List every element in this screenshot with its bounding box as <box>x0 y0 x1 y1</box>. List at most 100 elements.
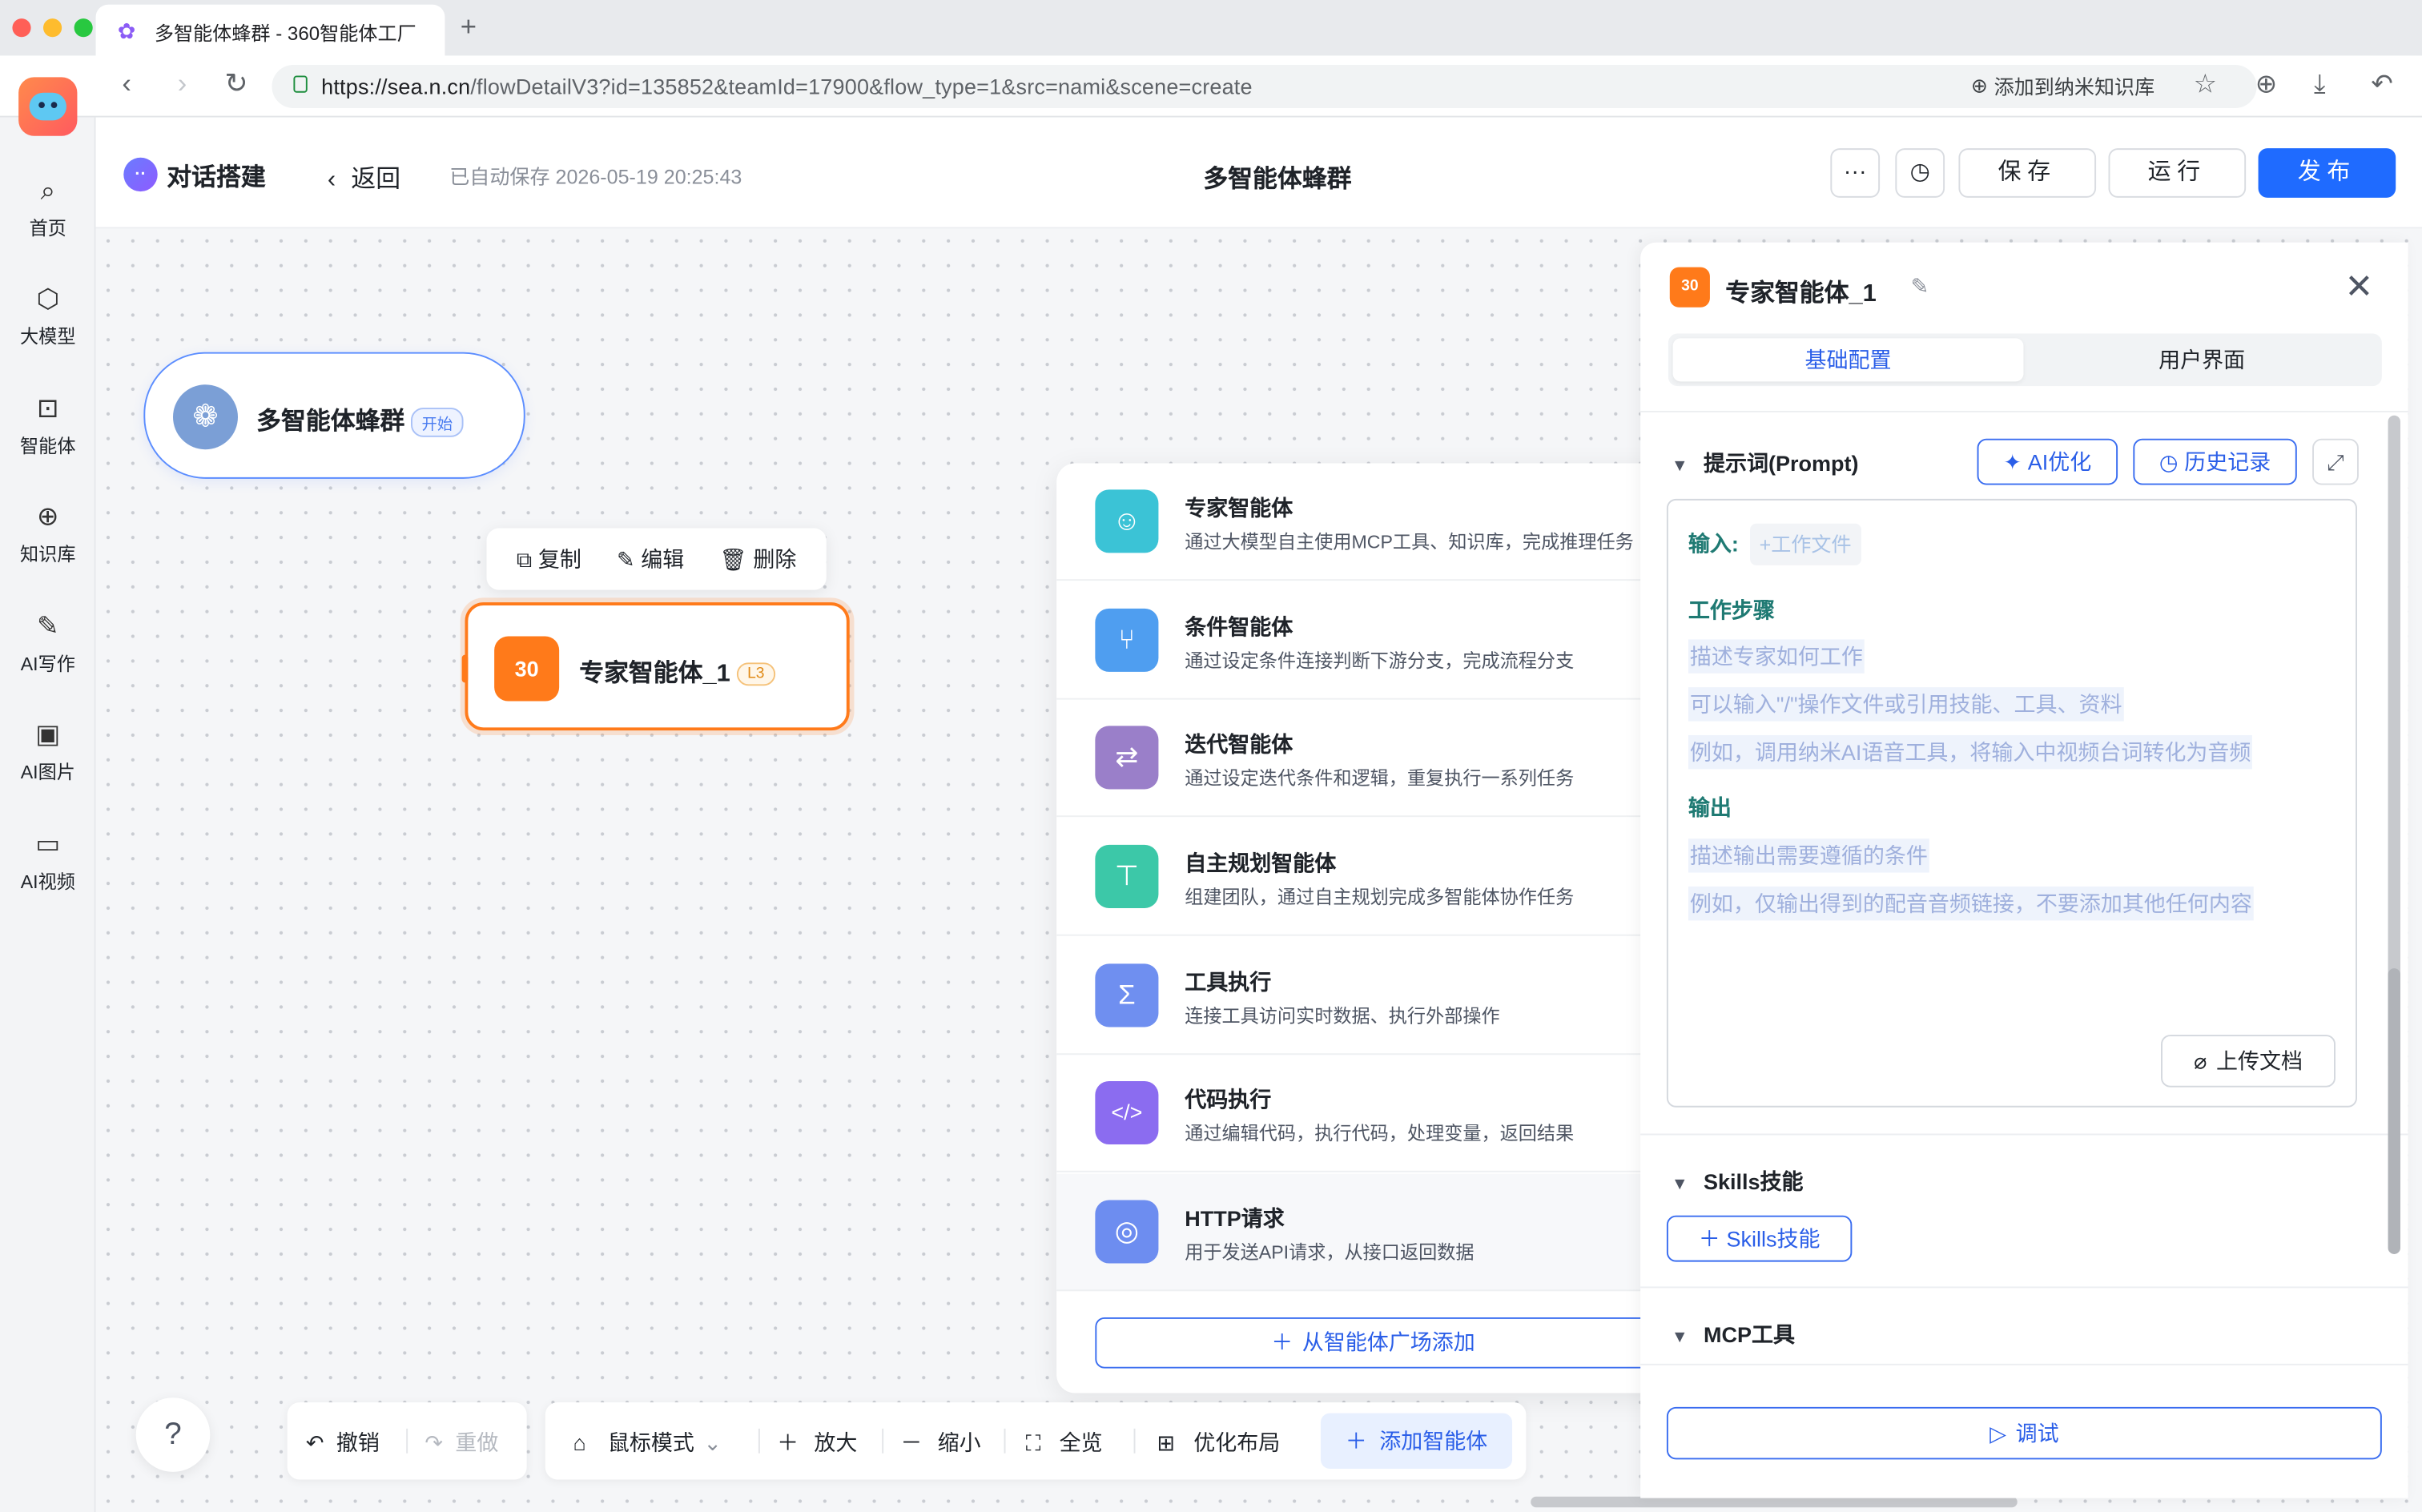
extension-icon[interactable]: ⊕ <box>2255 70 2277 101</box>
debug-label: 调试 <box>2015 1421 2059 1446</box>
add-from-plaza-button[interactable]: ＋ 从智能体广场添加 <box>1095 1317 1652 1369</box>
browser-tab[interactable]: ✿ 多智能体蜂群 - 360智能体工厂 <box>95 4 445 58</box>
tab-title: 多智能体蜂群 - 360智能体工厂 <box>154 22 416 44</box>
delete-button[interactable]: 🗑 删除 <box>719 544 796 575</box>
zoom-in-button[interactable]: ＋ 放大 <box>777 1427 857 1458</box>
pencil-icon: ✎ <box>616 545 635 571</box>
vertical-scrollbar-thumb[interactable] <box>2388 968 2400 1254</box>
divider <box>1640 1286 2408 1289</box>
ai-optimize-button[interactable]: ✦ AI优化 <box>1977 438 2118 485</box>
agent-type-http[interactable]: ◎ HTTP请求 用于发送API请求，从接口返回数据 <box>1056 1173 1675 1292</box>
agent-type-title: 条件智能体 <box>1185 614 1293 640</box>
copy-button[interactable]: ⧉ 复制 <box>517 544 581 575</box>
sidebar-item-label: AI图片 <box>20 761 75 783</box>
mouse-icon: ⌂ <box>573 1430 586 1455</box>
minus-icon: － <box>900 1430 923 1455</box>
agent-type-desc: 用于发送API请求，从接口返回数据 <box>1185 1241 1475 1264</box>
more-button[interactable]: ··· <box>1830 148 1881 198</box>
save-button[interactable]: 保存 <box>1958 148 2097 198</box>
sidebar-item-home[interactable]: ⌕ 首页 <box>0 175 96 241</box>
agent-type-code[interactable]: </> 代码执行 通过编辑代码，执行代码，处理变量，返回结果 <box>1056 1055 1675 1172</box>
minimize-window-button[interactable] <box>42 18 62 38</box>
add-to-nami-button[interactable]: ⊕ 添加到纳米知识库 <box>1971 71 2154 101</box>
agent-type-tool[interactable]: Σ 工具执行 连接工具访问实时数据、执行外部操作 <box>1056 938 1675 1056</box>
agent-type-iteration[interactable]: ⇄ 迭代智能体 通过设定迭代条件和逻辑，重复执行一系列任务 <box>1056 700 1675 818</box>
forward-arrow-icon[interactable]: › <box>163 68 200 100</box>
sidebar-item-label: AI写作 <box>20 653 75 675</box>
sidebar-item-ai-writing[interactable]: ✎ AI写作 <box>0 610 96 677</box>
mouse-mode-select[interactable]: ⌂ 鼠标模式 ⌄ <box>573 1427 722 1458</box>
redo-button[interactable]: ↷ 重做 <box>424 1427 498 1458</box>
agent-type-condition[interactable]: ⑂ 条件智能体 通过设定条件连接判断下游分支，完成流程分支 <box>1056 582 1675 700</box>
sidebar-item-ai-video[interactable]: ▭ AI视频 <box>0 828 96 895</box>
url-text[interactable]: https://sea.n.cn/flowDetailV3?id=135852&… <box>321 74 1253 99</box>
undo-redo-group: ↶ 撤销 ↷ 重做 <box>287 1402 527 1480</box>
upload-label: 上传文档 <box>2215 1048 2303 1074</box>
grid-icon: ⊞ <box>1157 1430 1176 1455</box>
undo-label: 撤销 <box>336 1430 380 1455</box>
app-logo[interactable] <box>18 77 78 136</box>
skills-section-title: Skills技能 <box>1704 1168 1804 1194</box>
expert-agent-node[interactable]: 30 专家智能体_1 L3 <box>461 602 850 731</box>
agent-type-expert[interactable]: ☺ 专家智能体 通过大模型自主使用MCP工具、知识库，完成推理任务 <box>1056 464 1675 581</box>
edit-name-icon[interactable]: ✎ <box>1911 273 1929 300</box>
copy-icon: ⧉ <box>516 545 533 571</box>
optimize-layout-label: 优化布局 <box>1193 1430 1281 1455</box>
pen-icon: ✎ <box>37 611 59 641</box>
robot-icon: ☺ <box>1095 489 1159 553</box>
skills-section-header[interactable]: ▼ Skills技能 <box>1672 1166 1804 1197</box>
tab-user-interface[interactable]: 用户界面 <box>2026 338 2377 381</box>
prompt-editor[interactable]: 输入: +工作文件 工作步骤 描述专家如何工作 可以输入"/"操作文件或引用技能… <box>1666 498 2357 1108</box>
undo-button[interactable]: ↶ 撤销 <box>306 1427 380 1458</box>
agent-type-desc: 通过编辑代码，执行代码，处理变量，返回结果 <box>1185 1123 1575 1145</box>
signpost-icon: ⊤ <box>1095 844 1159 908</box>
fullscreen-icon: ⛶ <box>1025 1430 1041 1455</box>
back-arrow-icon[interactable]: ‹ <box>108 68 145 100</box>
star-icon[interactable]: ☆ <box>2194 70 2217 101</box>
help-button[interactable]: ? <box>135 1397 211 1472</box>
copy-label: 复制 <box>537 546 581 572</box>
fit-view-button[interactable]: ⛶ 全览 <box>1026 1427 1103 1458</box>
run-button[interactable]: 运行 <box>2108 148 2247 198</box>
prompt-section-header[interactable]: ▼ 提示词(Prompt) <box>1672 448 1859 479</box>
upload-document-button[interactable]: ⌀ 上传文档 <box>2161 1035 2336 1088</box>
sidebar-item-agents[interactable]: ⊡ 智能体 <box>0 392 96 459</box>
config-panel: 30 专家智能体_1 ✎ ✕ 基础配置 用户界面 ▼ 提示词(Prompt) ✦ A… <box>1640 242 2408 1498</box>
sidebar-item-ai-image[interactable]: ▣ AI图片 <box>0 718 96 785</box>
node-connector-handle[interactable] <box>461 654 469 683</box>
agent-type-desc: 通过设定迭代条件和逻辑，重复执行一系列任务 <box>1185 767 1575 790</box>
zoom-out-button[interactable]: － 缩小 <box>900 1427 980 1458</box>
agent-type-planner[interactable]: ⊤ 自主规划智能体 组建团队，通过自主规划完成多智能体协作任务 <box>1056 818 1675 936</box>
agent-type-title: HTTP请求 <box>1185 1206 1285 1232</box>
plus-icon: ＋ <box>777 1430 799 1455</box>
close-window-button[interactable] <box>12 18 31 38</box>
history-button[interactable]: ◷ 历史记录 <box>2133 438 2297 485</box>
edit-button[interactable]: ✎ 编辑 <box>617 544 684 575</box>
history-button[interactable]: ◷ <box>1895 148 1945 198</box>
maximize-window-button[interactable] <box>74 18 93 38</box>
add-from-plaza-label: 从智能体广场添加 <box>1302 1329 1475 1355</box>
new-tab-button[interactable]: + <box>461 10 477 42</box>
horizontal-scrollbar[interactable] <box>1531 1496 2018 1508</box>
expand-icon[interactable]: ⤢ <box>2312 438 2359 485</box>
add-agent-button[interactable]: ＋ 添加智能体 <box>1320 1413 1513 1470</box>
close-icon[interactable]: ✕ <box>2345 267 2374 308</box>
debug-button[interactable]: ▷ 调试 <box>1666 1406 2382 1460</box>
redo-icon: ↷ <box>424 1430 443 1455</box>
download-icon[interactable]: ⤓ <box>2314 70 2325 101</box>
publish-button[interactable]: 发布 <box>2258 148 2396 198</box>
tab-basic-config[interactable]: 基础配置 <box>1672 338 2024 382</box>
undo-browser-icon[interactable]: ↶ <box>2371 70 2392 101</box>
sidebar-item-models[interactable]: ⬡ 大模型 <box>0 283 96 349</box>
divider <box>1640 1133 2408 1136</box>
expert-node-name: 专家智能体_1 <box>579 661 730 688</box>
start-node[interactable]: ❁ 多智能体蜂群 开始 <box>143 352 525 479</box>
zoom-out-label: 缩小 <box>937 1430 981 1455</box>
sidebar-item-knowledge[interactable]: ⊕ 知识库 <box>0 501 96 567</box>
work-file-chip[interactable]: +工作文件 <box>1750 523 1861 565</box>
optimize-layout-button[interactable]: ⊞ 优化布局 <box>1157 1427 1280 1458</box>
trash-icon: 🗑 <box>719 545 747 571</box>
add-skills-button[interactable]: ＋ Skills技能 <box>1666 1215 1853 1262</box>
mcp-section-header[interactable]: ▼ MCP工具 <box>1672 1319 1795 1350</box>
reload-icon[interactable]: ↻ <box>218 68 255 100</box>
